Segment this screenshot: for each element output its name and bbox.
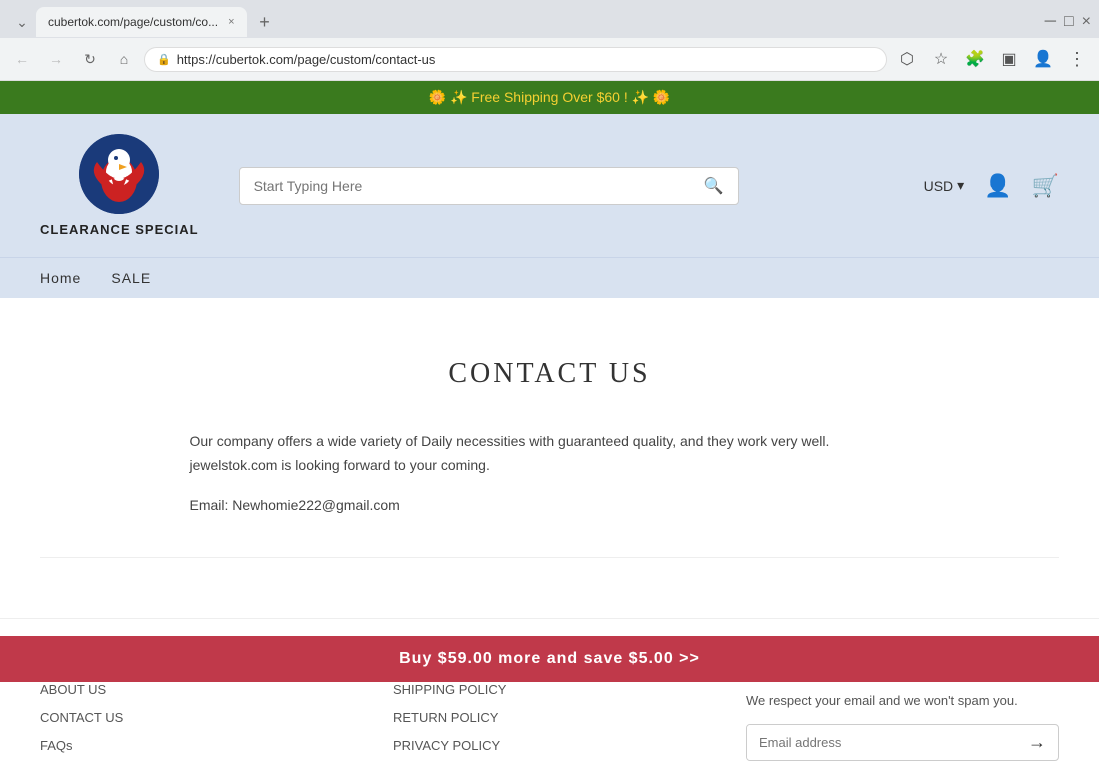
email-submit-button[interactable]: →	[1016, 725, 1058, 760]
forward-button[interactable]: →	[42, 45, 70, 73]
sticky-bar-text: Buy $59.00 more and save $5.00 >>	[399, 650, 700, 667]
return-policy-link[interactable]: RETURN POLICY	[393, 710, 498, 725]
promo-text: 🌼 ✨ Free Shipping Over $60 ! ✨ 🌼	[429, 89, 671, 105]
window-controls: ─ □ ×	[1045, 13, 1091, 31]
brand-name: CLEARANCE SPECIAL	[40, 222, 199, 237]
footer-about-us[interactable]: ABOUT US	[40, 681, 353, 699]
privacy-policy-link[interactable]: PRIVACY POLICY	[393, 738, 500, 753]
nav-link-home[interactable]: Home	[40, 258, 81, 298]
email-input[interactable]	[747, 725, 1016, 760]
main-content: CONTACT US Our company offers a wide var…	[0, 298, 1099, 618]
cart-icon[interactable]: 🛒	[1032, 173, 1059, 199]
search-icon: 🔍	[704, 176, 724, 196]
minimize-button[interactable]: ─	[1045, 13, 1056, 31]
customer-service-links: SHIPPING POLICY RETURN POLICY PRIVACY PO…	[393, 681, 706, 755]
window-close-button[interactable]: ×	[1082, 13, 1091, 31]
logo-svg	[79, 134, 159, 214]
faqs-link[interactable]: FAQs	[40, 738, 73, 753]
split-view-icon[interactable]: ▣	[995, 45, 1023, 73]
browser-tab-bar: ⌄ cubertok.com/page/custom/co... × + ─ □…	[0, 0, 1099, 38]
currency-selector[interactable]: USD ▾	[924, 177, 965, 194]
browser-chrome: ⌄ cubertok.com/page/custom/co... × + ─ □…	[0, 0, 1099, 81]
menu-icon[interactable]: ⋮	[1063, 45, 1091, 73]
tab-scroll-back[interactable]: ⌄	[8, 8, 36, 36]
logo-area: CLEARANCE SPECIAL	[40, 134, 199, 237]
divider	[40, 557, 1059, 558]
url-text: https://cubertok.com/page/custom/contact…	[177, 52, 436, 67]
cast-icon[interactable]: ⬡	[893, 45, 921, 73]
footer-contact-us[interactable]: CONTACT US	[40, 709, 353, 727]
browser-toolbar: ← → ↻ ⌂ 🔒 https://cubertok.com/page/cust…	[0, 38, 1099, 80]
email-input-row[interactable]: →	[746, 724, 1059, 761]
page-title: CONTACT US	[40, 358, 1059, 390]
logo-image	[79, 134, 159, 214]
extensions-icon[interactable]: 🧩	[961, 45, 989, 73]
search-bar[interactable]: 🔍	[239, 167, 739, 205]
tab-close-button[interactable]: ×	[228, 16, 234, 28]
footer-return-policy[interactable]: RETURN POLICY	[393, 709, 706, 727]
nav-link-sale[interactable]: SALE	[111, 258, 151, 298]
about-us-link[interactable]: ABOUT US	[40, 682, 106, 697]
footer-privacy-policy[interactable]: PRIVACY POLICY	[393, 737, 706, 755]
site-nav: Home SALE	[0, 257, 1099, 298]
promo-banner: 🌼 ✨ Free Shipping Over $60 ! ✨ 🌼	[0, 81, 1099, 114]
account-icon[interactable]: 👤	[984, 173, 1011, 199]
footer-faqs[interactable]: FAQs	[40, 737, 353, 755]
contact-text: Our company offers a wide variety of Dai…	[150, 430, 950, 517]
address-bar[interactable]: 🔒 https://cubertok.com/page/custom/conta…	[144, 47, 887, 72]
home-button[interactable]: ⌂	[110, 45, 138, 73]
information-links: ABOUT US CONTACT US FAQs	[40, 681, 353, 755]
nav-item-sale[interactable]: SALE	[111, 258, 151, 298]
newsletter-description: We respect your email and we won't spam …	[746, 693, 1059, 708]
tab-title: cubertok.com/page/custom/co...	[48, 15, 218, 29]
profile-icon[interactable]: 👤	[1029, 45, 1057, 73]
sticky-bar[interactable]: Buy $59.00 more and save $5.00 >>	[0, 636, 1099, 682]
toolbar-actions: ⬡ ☆ 🧩 ▣ 👤 ⋮	[893, 45, 1091, 73]
shipping-policy-link[interactable]: SHIPPING POLICY	[393, 682, 506, 697]
contact-description: Our company offers a wide variety of Dai…	[190, 430, 910, 478]
back-button[interactable]: ←	[8, 45, 36, 73]
refresh-button[interactable]: ↻	[76, 45, 104, 73]
maximize-button[interactable]: □	[1064, 13, 1074, 31]
nav-list: Home SALE	[40, 258, 1059, 298]
nav-item-home[interactable]: Home	[40, 258, 81, 298]
currency-chevron: ▾	[957, 177, 964, 194]
contact-us-link[interactable]: CONTACT US	[40, 710, 123, 725]
header-right: USD ▾ 👤 🛒	[924, 173, 1059, 199]
contact-email: Email: Newhomie222@gmail.com	[190, 494, 910, 518]
lock-icon: 🔒	[157, 53, 171, 66]
currency-label: USD	[924, 178, 954, 194]
bookmark-icon[interactable]: ☆	[927, 45, 955, 73]
active-tab[interactable]: cubertok.com/page/custom/co... ×	[36, 7, 247, 37]
new-tab-button[interactable]: +	[251, 8, 279, 36]
search-input[interactable]	[254, 178, 704, 194]
site-header: CLEARANCE SPECIAL 🔍 USD ▾ 👤 🛒	[0, 114, 1099, 257]
footer-shipping-policy[interactable]: SHIPPING POLICY	[393, 681, 706, 699]
